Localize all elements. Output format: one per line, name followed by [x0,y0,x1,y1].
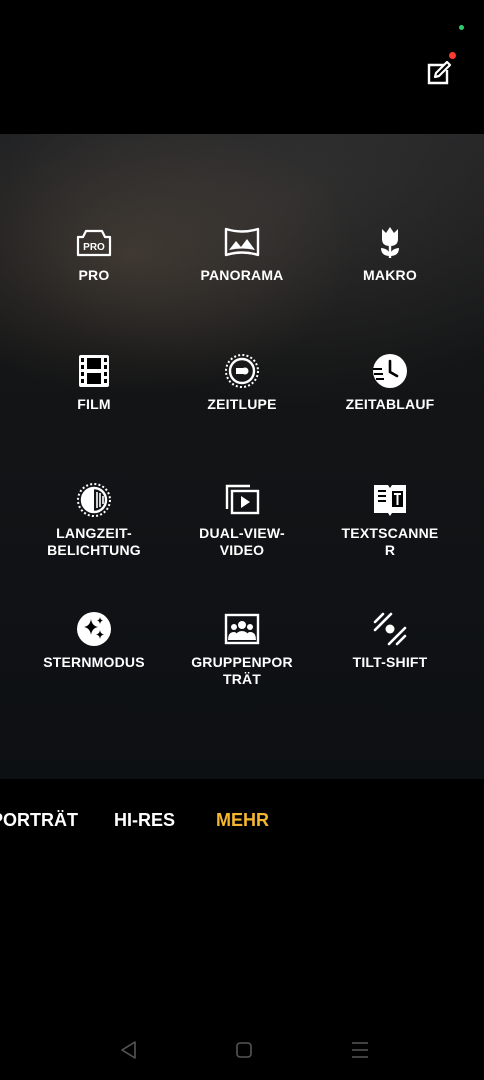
panorama-icon [224,227,260,257]
mode-label: TEXTSCANNE R [341,525,439,558]
edit-icon [427,60,452,85]
mode-label: PANORAMA [200,267,284,283]
mode-panorama[interactable]: PANORAMA [172,223,312,284]
slow-motion-icon [225,354,259,388]
top-bar [0,0,484,134]
film-icon [79,355,109,387]
mode-pro[interactable]: PRO PRO [24,223,164,284]
pro-icon: PRO [76,229,112,257]
mode-label: TILT-SHIFT [352,654,428,670]
mode-tab-mehr[interactable]: MEHR [216,810,269,831]
mode-tilt-shift[interactable]: TILT-SHIFT [320,610,460,671]
svg-text:PRO: PRO [83,242,105,253]
star-mode-icon [77,612,111,646]
text-scanner-icon [374,485,406,516]
timelapse-clock-icon [373,354,407,388]
tilt-shift-icon [373,612,407,646]
mode-film[interactable]: FILM [24,352,164,413]
mode-label: MAKRO [363,267,417,283]
mode-sternmodus[interactable]: STERNMODUS [24,610,164,671]
mode-label: FILM [77,396,111,412]
back-icon[interactable] [117,1038,141,1062]
mode-label: GRUPPENPOR TRÄT [191,654,293,687]
macro-flower-icon [381,227,399,258]
edit-modes-button[interactable] [420,52,456,92]
mode-makro[interactable]: MAKRO [320,223,460,284]
home-icon[interactable] [232,1038,256,1062]
mode-label: ZEITLUPE [207,396,277,412]
system-navigation-bar [0,1030,484,1070]
mode-label: STERNMODUS [43,654,145,670]
dual-view-video-icon [225,484,260,515]
mode-label: ZEITABLAUF [345,396,435,412]
status-indicator-dot [459,25,464,30]
notification-badge [449,52,456,59]
mode-tab-portrait[interactable]: PORTRÄT [0,810,78,831]
mode-zeitablauf[interactable]: ZEITABLAUF [320,352,460,413]
group-portrait-icon [224,613,260,645]
mode-textscanner[interactable]: TEXTSCANNE R [320,481,460,559]
long-exposure-icon [77,483,111,517]
mode-label: LANGZEIT- BELICHTUNG [47,525,141,558]
mode-tab-hi-res[interactable]: HI-RES [114,810,175,831]
mode-zeitlupe[interactable]: ZEITLUPE [172,352,312,413]
camera-mode-bar: PORTRÄT HI-RES MEHR [0,800,484,840]
mode-langzeitbelichtung[interactable]: LANGZEIT- BELICHTUNG [24,481,164,559]
more-modes-panel: PRO PRO PANORAMA MAKRO FILM ZEITLUPE ZEI… [0,134,484,779]
mode-label: DUAL-VIEW- VIDEO [199,525,285,558]
mode-dual-view-video[interactable]: DUAL-VIEW- VIDEO [172,481,312,559]
mode-label: PRO [78,267,110,283]
mode-gruppenportraet[interactable]: GRUPPENPOR TRÄT [172,610,312,688]
recent-apps-icon[interactable] [348,1038,372,1062]
